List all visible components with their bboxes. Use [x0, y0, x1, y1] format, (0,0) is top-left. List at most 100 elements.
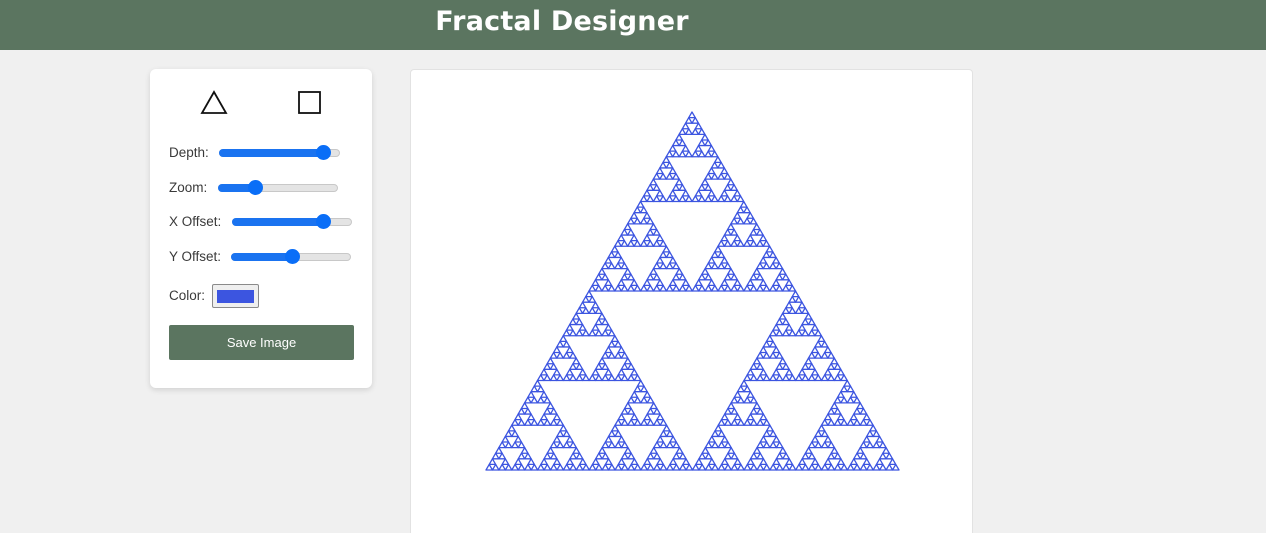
fractal-triangle: [620, 452, 629, 460]
fractal-triangle: [727, 223, 735, 231]
y-offset-slider[interactable]: [231, 249, 351, 264]
fractal-triangle: [633, 217, 642, 225]
fractal-triangle: [817, 424, 826, 432]
fractal-triangle: [807, 329, 816, 337]
fractal-triangle: [633, 463, 642, 471]
fractal-triangle: [656, 458, 665, 466]
fractal-triangle: [607, 284, 616, 292]
fractal-triangle: [691, 116, 700, 124]
fractal-triangle: [717, 430, 726, 438]
fractal-triangle: [859, 407, 868, 415]
fractal-triangle: [859, 419, 868, 426]
fractal-triangle: [655, 167, 664, 175]
fractal-triangle: [626, 217, 635, 225]
fractal-triangle: [520, 402, 529, 410]
depth-slider[interactable]: [219, 145, 340, 160]
fractal-triangle: [659, 195, 667, 203]
fractal-triangle: [752, 223, 761, 231]
fractal-triangle: [827, 407, 836, 415]
fractal-triangle: [749, 284, 758, 292]
fractal-triangle: [743, 206, 751, 214]
fractal-triangle: [737, 463, 745, 471]
x-offset-slider-thumb[interactable]: [316, 214, 331, 229]
fractal-triangle: [639, 195, 648, 203]
fractal-triangle: [714, 156, 722, 163]
zoom-slider-thumb[interactable]: [248, 180, 263, 195]
fractal-triangle: [717, 172, 726, 180]
fractal-triangle: [872, 463, 881, 471]
fractal-triangle: [811, 458, 819, 466]
fractal-triangle: [614, 262, 622, 270]
fractal-triangle: [878, 463, 887, 471]
fractal-triangle: [685, 284, 693, 292]
fractal-triangle: [652, 184, 661, 191]
depth-slider-thumb[interactable]: [316, 145, 331, 160]
fractal-triangle: [752, 267, 761, 275]
fractal-triangle: [820, 441, 829, 449]
fractal-triangle: [694, 122, 703, 130]
fractal-triangle: [543, 396, 552, 404]
fractal-triangle: [627, 407, 635, 415]
fractal-triangle: [811, 346, 819, 354]
fractal-triangle: [678, 184, 687, 191]
y-offset-slider-thumb[interactable]: [285, 249, 300, 264]
fractal-triangle: [620, 407, 629, 415]
fractal-triangle: [782, 329, 790, 337]
fractal-triangle: [562, 441, 571, 449]
fractal-triangle: [643, 458, 652, 466]
fractal-triangle: [678, 463, 687, 471]
fractal-triangle: [762, 240, 771, 247]
fractal-triangle: [517, 407, 526, 415]
fractal-triangle: [756, 452, 765, 460]
save-image-button[interactable]: Save Image: [169, 325, 354, 360]
fractal-triangle: [598, 357, 606, 365]
app-header: Fractal Designer: [0, 0, 1266, 50]
fractal-triangle: [781, 273, 790, 281]
fractal-triangle: [837, 458, 845, 466]
fractal-triangle: [569, 329, 577, 337]
fractal-triangle: [859, 441, 868, 449]
fractal-triangle: [762, 374, 771, 382]
fractal-triangle: [827, 374, 835, 382]
fractal-triangle: [866, 419, 874, 426]
fractal-triangle: [611, 335, 619, 342]
fractal-triangle: [607, 374, 616, 382]
fractal-triangle: [736, 206, 745, 214]
fractal-triangle: [626, 228, 635, 236]
fractal-triangle: [669, 435, 677, 443]
fractal-triangle: [578, 323, 587, 331]
fractal-triangle: [556, 374, 564, 382]
triangle-shape-button[interactable]: [199, 89, 229, 117]
fractal-triangle: [620, 262, 629, 270]
fractal-triangle: [572, 357, 581, 365]
controls-panel: Depth: Zoom: X Offset: Y Offset: Color:: [150, 69, 372, 388]
fractal-triangle: [698, 452, 707, 460]
fractal-triangle: [717, 419, 726, 426]
fractal-triangle: [601, 351, 610, 359]
triangle-icon: [200, 90, 228, 114]
x-offset-slider[interactable]: [232, 214, 352, 229]
fractal-triangle: [672, 195, 680, 203]
color-picker[interactable]: [212, 284, 259, 308]
square-shape-button[interactable]: [295, 89, 325, 117]
fractal-triangle: [756, 407, 765, 415]
zoom-slider[interactable]: [218, 180, 338, 195]
fractal-triangle: [701, 178, 709, 186]
fractal-triangle: [756, 441, 765, 449]
fractal-triangle: [711, 430, 719, 438]
fractal-triangle: [549, 452, 558, 460]
fractal-triangle: [601, 318, 610, 326]
fractal-triangle: [588, 284, 597, 292]
color-row: Color:: [169, 284, 289, 308]
fractal-triangle: [614, 251, 622, 259]
fractal-triangle: [646, 452, 655, 460]
fractal-triangle: [717, 161, 725, 169]
fractal-triangle: [514, 413, 523, 421]
fractal-triangle: [736, 419, 745, 426]
fractal-triangle: [866, 430, 874, 438]
fractal-triangle: [614, 463, 623, 471]
fractal-triangle: [704, 463, 713, 471]
fractal-triangle: [723, 228, 732, 236]
fractal-triangle: [681, 122, 690, 130]
fractal-triangle: [756, 284, 764, 292]
